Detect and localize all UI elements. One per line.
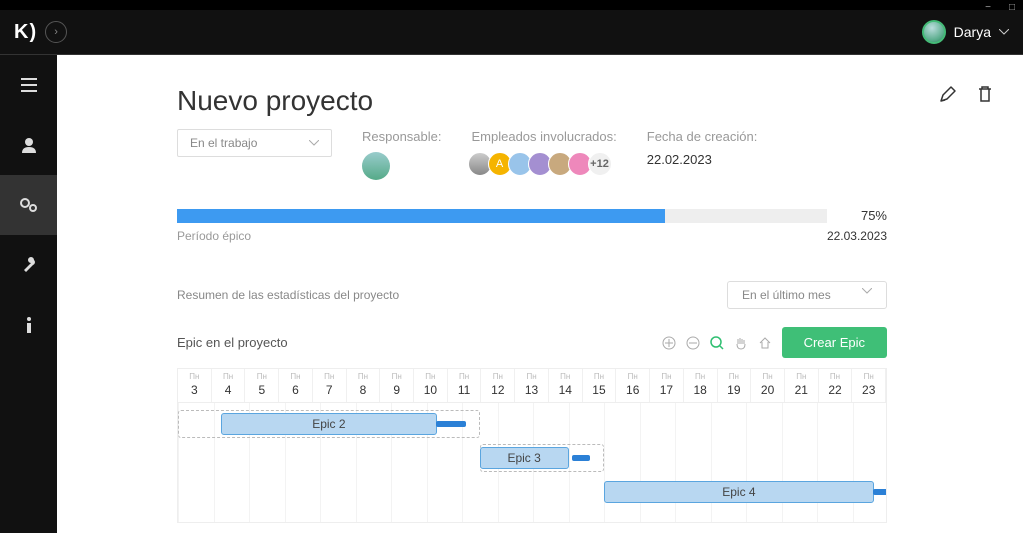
gantt-tick: Пн13 xyxy=(515,369,549,402)
list-icon xyxy=(21,78,37,92)
gantt-tick: Пн8 xyxy=(347,369,381,402)
main-content: Nuevo proyecto En el trabajo Responsable… xyxy=(57,55,1023,533)
gantt-tick: Пн12 xyxy=(481,369,515,402)
stats-summary-label: Resumen de las estadísticas del proyecto xyxy=(177,288,399,302)
responsible-avatar xyxy=(362,152,390,180)
zoom-in-button[interactable] xyxy=(662,336,676,350)
trash-icon xyxy=(977,85,993,103)
progress-fill xyxy=(177,209,665,223)
gantt-tick: Пн20 xyxy=(751,369,785,402)
info-icon xyxy=(26,317,32,333)
gantt-body: Epic 2 Epic 3 Epic 4 xyxy=(178,403,886,523)
gantt-bar[interactable]: Epic 4 xyxy=(604,481,874,503)
gantt-tick: Пн7 xyxy=(313,369,347,402)
hand-icon xyxy=(734,336,748,350)
avatar xyxy=(922,20,946,44)
gantt-tick: Пн18 xyxy=(684,369,718,402)
chevron-down-icon xyxy=(999,29,1009,35)
user-name: Darya xyxy=(954,24,991,40)
gantt-tick: Пн5 xyxy=(245,369,279,402)
gantt-tick: Пн11 xyxy=(448,369,482,402)
status-value: En el trabajo xyxy=(190,136,257,150)
gantt-header: Пн3Пн4Пн5Пн6Пн7Пн8Пн9Пн10Пн11Пн12Пн13Пн1… xyxy=(178,369,886,403)
window-minimize[interactable]: − xyxy=(985,2,991,13)
gantt-tick: Пн14 xyxy=(549,369,583,402)
epic-period-date: 22.03.2023 xyxy=(827,229,887,243)
window-maximize[interactable]: □ xyxy=(1009,2,1015,13)
gantt-tick: Пн17 xyxy=(650,369,684,402)
employees-avatars: A +12 xyxy=(472,152,617,176)
created-date: 22.02.2023 xyxy=(647,152,758,167)
created-label: Fecha de creación: xyxy=(647,129,758,144)
gantt-tick: Пн6 xyxy=(279,369,313,402)
employees-label: Empleados involucrados: xyxy=(472,129,617,144)
gantt-tick: Пн16 xyxy=(616,369,650,402)
gantt-tick: Пн23 xyxy=(852,369,886,402)
user-icon xyxy=(22,137,36,153)
progress-bar xyxy=(177,209,827,223)
gantt-chart[interactable]: Пн3Пн4Пн5Пн6Пн7Пн8Пн9Пн10Пн11Пн12Пн13Пн1… xyxy=(177,368,887,523)
gantt-tick: Пн3 xyxy=(178,369,212,402)
sidebar-item-list[interactable] xyxy=(0,55,57,115)
gantt-bar[interactable]: Epic 2 xyxy=(221,413,438,435)
plus-circle-icon xyxy=(662,336,676,350)
page-title: Nuevo proyecto xyxy=(177,85,373,117)
range-value: En el último mes xyxy=(742,288,831,302)
create-epic-button[interactable]: Crear Epic xyxy=(782,327,887,358)
chevron-down-icon xyxy=(309,140,319,146)
magnifier-icon xyxy=(710,336,724,350)
delete-button[interactable] xyxy=(977,85,993,103)
gantt-tick: Пн10 xyxy=(414,369,448,402)
topbar: K) › Darya xyxy=(0,10,1023,55)
sidebar-item-settings[interactable] xyxy=(0,175,57,235)
sidebar xyxy=(0,55,57,533)
window-titlebar: − □ xyxy=(0,0,1023,10)
edit-button[interactable] xyxy=(939,85,957,103)
zoom-out-button[interactable] xyxy=(686,336,700,350)
chevron-down-icon xyxy=(862,288,872,294)
wrench-icon xyxy=(21,257,37,273)
status-select[interactable]: En el trabajo xyxy=(177,129,332,157)
home-button[interactable] xyxy=(758,336,772,350)
home-icon xyxy=(758,336,772,350)
range-select[interactable]: En el último mes xyxy=(727,281,887,309)
gantt-tick: Пн21 xyxy=(785,369,819,402)
gantt-tick: Пн22 xyxy=(819,369,853,402)
sidebar-item-tools[interactable] xyxy=(0,235,57,295)
gantt-tick: Пн19 xyxy=(718,369,752,402)
sidebar-expand-button[interactable]: › xyxy=(45,21,67,43)
avatar-more[interactable]: +12 xyxy=(588,152,612,176)
responsible-label: Responsable: xyxy=(362,129,442,144)
gantt-tick: Пн4 xyxy=(212,369,246,402)
gantt-bar[interactable]: Epic 3 xyxy=(480,447,569,469)
sidebar-item-users[interactable] xyxy=(0,115,57,175)
epic-period-label: Período épico xyxy=(177,229,251,243)
minus-circle-icon xyxy=(686,336,700,350)
pan-button[interactable] xyxy=(734,336,748,350)
pencil-icon xyxy=(939,85,957,103)
cogs-icon xyxy=(20,198,38,212)
app-logo: K) xyxy=(14,21,37,44)
gantt-tick: Пн15 xyxy=(583,369,617,402)
zoom-fit-button[interactable] xyxy=(710,336,724,350)
user-menu[interactable]: Darya xyxy=(922,20,1009,44)
gantt-tick: Пн9 xyxy=(380,369,414,402)
epic-section-label: Epic en el proyecto xyxy=(177,335,288,350)
sidebar-item-info[interactable] xyxy=(0,295,57,355)
progress-percent: 75% xyxy=(827,208,887,223)
